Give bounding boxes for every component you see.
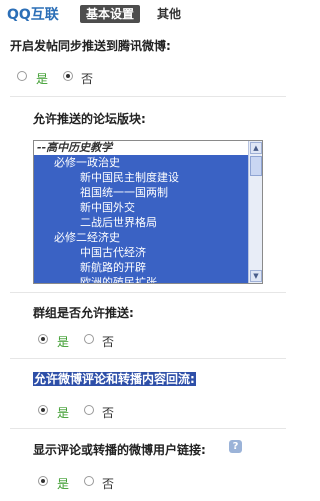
forum-sections-label: 允许推送的论坛版块: <box>33 112 146 126</box>
comment-backflow-no-radio[interactable] <box>84 405 94 415</box>
user-link-no-radio[interactable] <box>84 476 94 486</box>
user-link-no-label[interactable]: 否 <box>102 475 114 492</box>
sync-push-no-radio[interactable] <box>63 71 73 81</box>
forum-sections-listbox[interactable]: --高中历史教学 必修一政治史 新中国民主制度建设 祖国统一一国两制 新中国外交… <box>33 140 263 284</box>
header: QQ互联 基本设置 其他 <box>0 0 288 28</box>
group-push-label: 群组是否允许推送: <box>33 306 134 320</box>
list-item[interactable]: 二战后世界格局 <box>80 216 157 230</box>
scroll-thumb[interactable] <box>250 156 262 176</box>
user-link-yes-label[interactable]: 是 <box>57 475 69 492</box>
user-link-label: 显示评论或转播的微博用户链接: <box>33 443 206 457</box>
comment-backflow-options: 是 否 <box>38 404 158 421</box>
group-push-yes-label[interactable]: 是 <box>57 333 69 350</box>
help-icon[interactable]: ? <box>229 440 242 453</box>
sync-push-yes-radio[interactable] <box>17 71 27 81</box>
comment-backflow-yes-radio[interactable] <box>38 405 48 415</box>
list-item[interactable]: 必修二经济史 <box>54 231 120 245</box>
sync-push-no-label[interactable]: 否 <box>81 70 93 87</box>
list-item[interactable]: 新中国外交 <box>80 201 135 215</box>
sync-push-options: 是 否 <box>17 70 137 87</box>
brand-title: QQ互联 <box>7 7 59 23</box>
sync-push-label: 开启发帖同步推送到腾讯微博: <box>10 39 171 53</box>
divider <box>10 428 286 429</box>
list-item[interactable]: 新航路的开辟 <box>80 261 146 275</box>
list-item[interactable]: 必修一政治史 <box>54 156 120 170</box>
comment-backflow-yes-label[interactable]: 是 <box>57 404 69 421</box>
list-item[interactable]: 中国古代经济 <box>80 246 146 260</box>
group-push-yes-radio[interactable] <box>38 334 48 344</box>
divider <box>10 292 286 293</box>
listbox-scrollbar[interactable]: ▲ ▼ <box>248 141 262 283</box>
tab-basic-settings[interactable]: 基本设置 <box>80 5 141 23</box>
user-link-yes-radio[interactable] <box>38 476 48 486</box>
sync-push-yes-label[interactable]: 是 <box>36 70 48 87</box>
group-push-no-label[interactable]: 否 <box>102 333 114 350</box>
list-item[interactable]: 欧洲的殖民扩张 <box>80 276 157 283</box>
tab-other[interactable]: 其他 <box>157 5 181 23</box>
comment-backflow-no-label[interactable]: 否 <box>102 404 114 421</box>
divider <box>10 96 286 97</box>
list-group-header[interactable]: --高中历史教学 <box>34 141 249 155</box>
list-item[interactable]: 祖国统一一国两制 <box>80 186 168 200</box>
divider <box>10 358 286 359</box>
user-link-options: 是 否 <box>38 475 158 492</box>
list-item[interactable]: 新中国民主制度建设 <box>80 171 179 185</box>
comment-backflow-label: 允许微博评论和转播内容回流: <box>33 372 196 386</box>
scroll-up-icon[interactable]: ▲ <box>250 142 262 154</box>
scroll-down-icon[interactable]: ▼ <box>250 270 262 282</box>
group-push-options: 是 否 <box>38 333 158 350</box>
group-push-no-radio[interactable] <box>84 334 94 344</box>
